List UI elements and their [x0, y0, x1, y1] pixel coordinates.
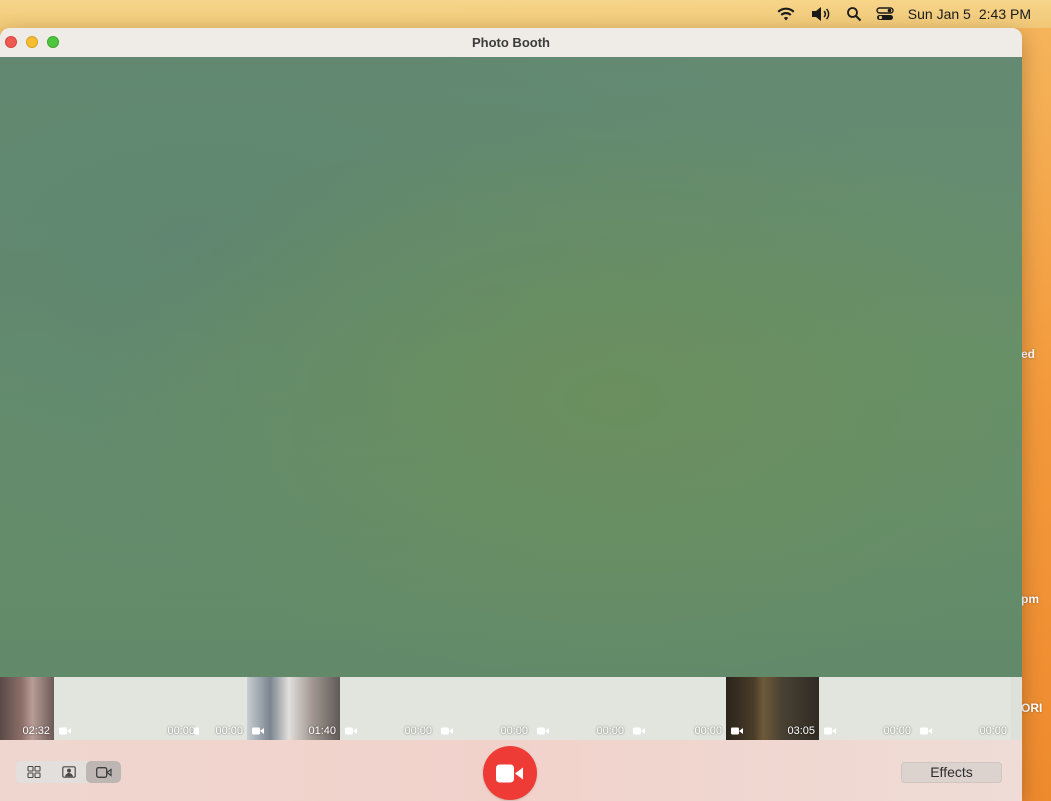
desktop-label-fragment: ORI [1021, 701, 1043, 715]
video-mode-button[interactable] [86, 761, 121, 783]
clip-duration: 00:00 [404, 725, 432, 737]
filmstrip-item[interactable]: 02:32 [0, 677, 54, 740]
capture-mode-selector [16, 761, 121, 783]
video-camera-icon [95, 766, 112, 778]
menubar-date: Sun Jan 5 [907, 6, 971, 22]
portrait-icon [61, 766, 76, 778]
video-camera-icon [345, 727, 357, 735]
wifi-icon[interactable] [776, 6, 796, 22]
menubar-time: 2:43 PM [978, 6, 1031, 22]
filmstrip-item[interactable]: 01:40 [247, 677, 340, 740]
video-camera-icon [731, 727, 743, 735]
filmstrip-item[interactable]: 00:00 [532, 677, 628, 740]
title-bar[interactable]: Photo Booth [0, 28, 1022, 58]
filmstrip-item[interactable]: 00:00 [915, 677, 1011, 740]
desktop-label-fragment: pm [1021, 592, 1039, 606]
four-up-mode-button[interactable] [16, 761, 51, 783]
video-camera-icon [496, 764, 523, 782]
clip-duration: 00:00 [694, 725, 722, 737]
video-camera-icon [59, 727, 71, 735]
filmstrip-item[interactable]: 00:00 [340, 677, 436, 740]
clip-duration: 00:00 [500, 725, 528, 737]
filmstrip-item[interactable]: 03:05 [726, 677, 819, 740]
video-camera-icon [441, 727, 453, 735]
spotlight-search-icon[interactable] [846, 6, 862, 22]
single-photo-mode-button[interactable] [51, 761, 86, 783]
photo-booth-window: Photo Booth 02:32 00:00 00:00 01:40 00:0… [0, 28, 1022, 801]
camera-preview [0, 57, 1022, 677]
grid-icon [26, 766, 41, 778]
filmstrip-item[interactable]: 00:00 [199, 677, 247, 740]
desktop-label-fragment: ed [1021, 347, 1036, 361]
clip-duration: 02:32 [22, 725, 50, 737]
menu-bar: Sun Jan 5 2:43 PM [0, 0, 1051, 28]
volume-icon[interactable] [810, 6, 832, 22]
filmstrip-item[interactable]: 00:00 [628, 677, 726, 740]
bottom-toolbar: Effects [0, 740, 1022, 801]
clip-duration: 01:40 [308, 725, 336, 737]
effects-button[interactable]: Effects [901, 762, 1002, 783]
clip-duration: 00:00 [979, 725, 1007, 737]
clip-duration: 00:00 [167, 725, 195, 737]
video-camera-icon [252, 727, 264, 735]
filmstrip-item[interactable] [54, 677, 103, 740]
window-title: Photo Booth [472, 35, 550, 50]
video-camera-icon [633, 727, 645, 735]
menubar-clock[interactable]: Sun Jan 5 2:43 PM [908, 6, 1031, 22]
clip-duration: 00:00 [883, 725, 911, 737]
clip-duration: 03:05 [787, 725, 815, 737]
clip-duration: 00:00 [596, 725, 624, 737]
filmstrip-item[interactable]: 00:00 [819, 677, 915, 740]
filmstrip-item[interactable]: 00:00 [103, 677, 206, 740]
video-camera-icon [537, 727, 549, 735]
filmstrip[interactable]: 02:32 00:00 00:00 01:40 00:00 00:00 00:0… [0, 677, 1022, 740]
filmstrip-item[interactable]: 00:00 [436, 677, 532, 740]
control-center-icon[interactable] [876, 6, 894, 22]
video-camera-icon [824, 727, 836, 735]
clip-duration: 00:00 [215, 725, 243, 737]
video-camera-icon [920, 727, 932, 735]
record-button[interactable] [483, 746, 537, 800]
